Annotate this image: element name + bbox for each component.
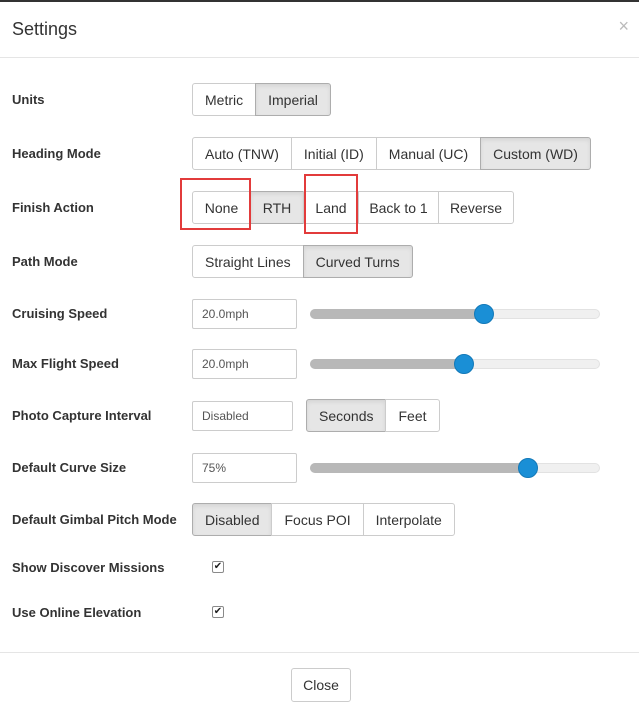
interval-seconds-button[interactable]: Seconds (306, 399, 387, 432)
footer-divider (0, 652, 639, 653)
slider-fill (310, 463, 528, 473)
path-mode-toggle: Straight Lines Curved Turns (192, 245, 413, 278)
gimbal-pitch-mode-label: Default Gimbal Pitch Mode (12, 512, 177, 527)
slider-thumb[interactable] (518, 458, 538, 478)
max-flight-speed-label: Max Flight Speed (12, 356, 119, 371)
heading-mode-label: Heading Mode (12, 146, 101, 161)
cruising-speed-input[interactable]: 20.0mph (192, 299, 297, 329)
highlight-box-none (180, 178, 251, 230)
heading-custom-button[interactable]: Custom (WD) (480, 137, 591, 170)
gimbal-interpolate-button[interactable]: Interpolate (362, 503, 455, 536)
slider-fill (310, 309, 484, 319)
units-metric-button[interactable]: Metric (192, 83, 257, 116)
path-mode-label: Path Mode (12, 254, 78, 269)
slider-fill (310, 359, 464, 369)
use-online-elevation-checkbox[interactable]: ✔ (212, 606, 224, 618)
heading-manual-button[interactable]: Manual (UC) (375, 137, 482, 170)
finish-back-to-1-button[interactable]: Back to 1 (358, 191, 439, 224)
photo-capture-interval-input[interactable]: Disabled (192, 401, 293, 431)
show-discover-missions-label: Show Discover Missions (12, 560, 165, 575)
heading-auto-button[interactable]: Auto (TNW) (192, 137, 292, 170)
gimbal-pitch-mode-toggle: Disabled Focus POI Interpolate (192, 503, 455, 536)
close-button[interactable]: Close (291, 668, 351, 702)
highlight-box-land (304, 174, 358, 234)
cruising-speed-label: Cruising Speed (12, 306, 108, 321)
use-online-elevation-label: Use Online Elevation (12, 605, 142, 620)
finish-action-label: Finish Action (12, 200, 94, 215)
slider-thumb[interactable] (474, 304, 494, 324)
show-discover-missions-checkbox[interactable]: ✔ (212, 561, 224, 573)
max-flight-speed-slider[interactable] (310, 354, 600, 374)
interval-feet-button[interactable]: Feet (385, 399, 440, 432)
units-label: Units (12, 92, 45, 107)
dialog-header: Settings × (0, 2, 639, 58)
slider-thumb[interactable] (454, 354, 474, 374)
photo-capture-interval-label: Photo Capture Interval (12, 408, 152, 423)
path-straight-lines-button[interactable]: Straight Lines (192, 245, 304, 278)
path-curved-turns-button[interactable]: Curved Turns (302, 245, 413, 278)
photo-interval-unit-toggle: Seconds Feet (306, 399, 440, 432)
heading-initial-button[interactable]: Initial (ID) (290, 137, 377, 170)
gimbal-disabled-button[interactable]: Disabled (192, 503, 273, 536)
finish-reverse-button[interactable]: Reverse (438, 191, 514, 224)
default-curve-size-input[interactable]: 75% (192, 453, 297, 483)
units-imperial-button[interactable]: Imperial (255, 83, 331, 116)
cruising-speed-slider[interactable] (310, 304, 600, 324)
default-curve-size-label: Default Curve Size (12, 460, 127, 475)
finish-rth-button[interactable]: RTH (250, 191, 304, 224)
default-curve-size-slider[interactable] (310, 458, 600, 478)
max-flight-speed-input[interactable]: 20.0mph (192, 349, 297, 379)
dialog-title: Settings (12, 19, 78, 39)
heading-mode-toggle: Auto (TNW) Initial (ID) Manual (UC) Cust… (192, 137, 591, 170)
units-toggle: Metric Imperial (192, 83, 331, 116)
close-icon[interactable]: × (618, 16, 629, 36)
gimbal-focus-poi-button[interactable]: Focus POI (271, 503, 364, 536)
